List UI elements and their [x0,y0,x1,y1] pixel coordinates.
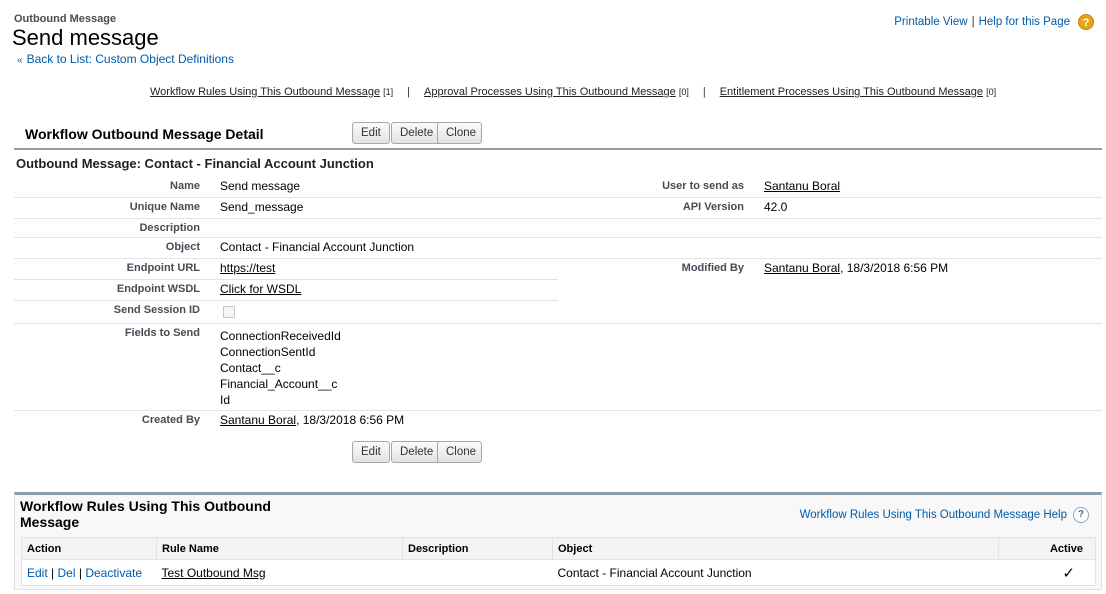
row-divider [14,237,1102,238]
list-item: ConnectionSentId [220,345,316,359]
action-cell: Edit | Del | Deactivate [21,559,157,586]
edit-button-bottom[interactable]: Edit [352,441,390,463]
field-label-unique-name: Unique Name [129,201,200,213]
field-label-endpoint-url: Endpoint URL [126,262,200,274]
column-header-description: Description [402,537,553,560]
rule-name-link[interactable]: Test Outbound Msg [162,566,266,580]
related-list-links: Workflow Rules Using This Outbound Messa… [150,86,996,98]
workflow-rules-table: Action Rule Name Description Object Acti… [21,537,1096,586]
modified-by-user-link[interactable]: Santanu Boral [764,261,840,275]
field-label-endpoint-wsdl: Endpoint WSDL [116,283,200,295]
back-to-list-link[interactable]: «Back to List: Custom Object Definitions [17,52,234,66]
top-links: Printable View | Help for this Page ? [894,14,1094,30]
clone-button-bottom[interactable]: Clone [437,441,482,463]
row-divider [14,410,1102,411]
field-value-modified-by: Santanu Boral, 18/3/2018 6:56 PM [764,261,948,275]
column-header-object: Object [552,537,999,560]
modified-by-date: , 18/3/2018 6:56 PM [840,261,949,275]
endpoint-wsdl-link[interactable]: Click for WSDL [220,282,301,296]
description-cell [402,559,553,586]
row-divider [14,300,558,301]
action-separator: | [51,565,55,580]
created-by-date: , 18/3/2018 6:56 PM [296,413,405,427]
row-divider [14,197,558,198]
page-title: Send message [12,25,159,50]
workflow-rules-related-list: Workflow Rules Using This Outbound Messa… [14,492,1102,590]
back-to-list-label: Back to List: Custom Object Definitions [26,52,234,66]
help-icon[interactable]: ? [1073,507,1089,523]
row-divider [558,197,1102,198]
related-list-help-link[interactable]: Workflow Rules Using This Outbound Messa… [800,509,1067,521]
field-label-send-session-id: Send Session ID [113,304,200,316]
rule-name-cell: Test Outbound Msg [156,559,403,586]
related-list-help: Workflow Rules Using This Outbound Messa… [800,507,1089,523]
delete-button-bottom[interactable]: Delete [391,441,443,463]
object-cell: Contact - Financial Account Junction [552,559,999,586]
column-header-action: Action [21,537,157,560]
related-link-workflow-rules[interactable]: Workflow Rules Using This Outbound Messa… [150,86,393,98]
list-item: Financial_Account__c [220,377,338,391]
column-header-rule-name: Rule Name [156,537,403,560]
field-label-object: Object [165,241,200,253]
related-link-entitlement-processes[interactable]: Entitlement Processes Using This Outboun… [720,86,996,98]
related-links-separator: | [407,86,411,98]
field-label-fields-to-send: Fields to Send [124,327,200,339]
related-list-title: Workflow Rules Using This Outbound Messa… [20,498,271,530]
edit-button[interactable]: Edit [352,122,390,144]
row-divider [14,323,1102,324]
field-label-description: Description [139,222,200,234]
related-link-approval-processes[interactable]: Approval Processes Using This Outbound M… [424,86,689,98]
row-divider [14,279,558,280]
detail-header: Workflow Outbound Message Detail Edit De… [14,118,1102,150]
top-links-separator: | [971,16,975,28]
fields-to-send-list: ConnectionReceivedId ConnectionSentId Co… [220,328,341,408]
help-for-page-link[interactable]: Help for this Page [979,16,1070,28]
field-value-created-by: Santanu Boral, 18/3/2018 6:56 PM [220,413,404,427]
row-divider [14,218,558,219]
printable-view-link[interactable]: Printable View [894,16,967,28]
table-row: Edit | Del | Deactivate Test Outbound Ms… [21,559,1096,586]
field-label-modified-by: Modified By [681,262,744,274]
back-arrow-icon: « [17,55,23,66]
list-item: Id [220,393,231,407]
page-type-label: Outbound Message [14,13,117,25]
user-to-send-as-link[interactable]: Santanu Boral [764,179,840,193]
field-label-created-by: Created By [141,414,200,426]
send-session-id-checkbox [223,306,235,321]
column-header-active: Active [998,537,1096,560]
detail-title: Workflow Outbound Message Detail [25,126,264,142]
table-header-row: Action Rule Name Description Object Acti… [21,537,1096,560]
section-title: Outbound Message: Contact - Financial Ac… [16,156,374,171]
list-item: ConnectionReceivedId [220,329,341,343]
clone-button[interactable]: Clone [437,122,482,144]
delete-button[interactable]: Delete [391,122,443,144]
row-divider [558,218,1102,219]
list-item: Contact__c [220,361,281,375]
endpoint-url-link[interactable]: https://test [220,261,275,275]
deactivate-rule-link[interactable]: Deactivate [85,566,142,580]
active-checkmark-icon: ✓ [998,559,1096,586]
related-links-separator: | [702,86,706,98]
delete-rule-link[interactable]: Del [58,566,76,580]
created-by-user-link[interactable]: Santanu Boral [220,413,296,427]
field-value-name: Send message [220,179,301,193]
help-icon[interactable]: ? [1078,14,1094,30]
row-divider [14,258,1102,259]
field-label-user-to-send-as: User to send as [662,180,744,192]
field-label-api-version: API Version [682,201,744,213]
action-separator: | [78,565,82,580]
field-value-api-version: 42.0 [764,200,788,214]
edit-rule-link[interactable]: Edit [27,566,48,580]
field-value-unique-name: Send_message [220,200,304,214]
field-value-object: Contact - Financial Account Junction [220,240,415,254]
field-label-name: Name [170,180,200,192]
